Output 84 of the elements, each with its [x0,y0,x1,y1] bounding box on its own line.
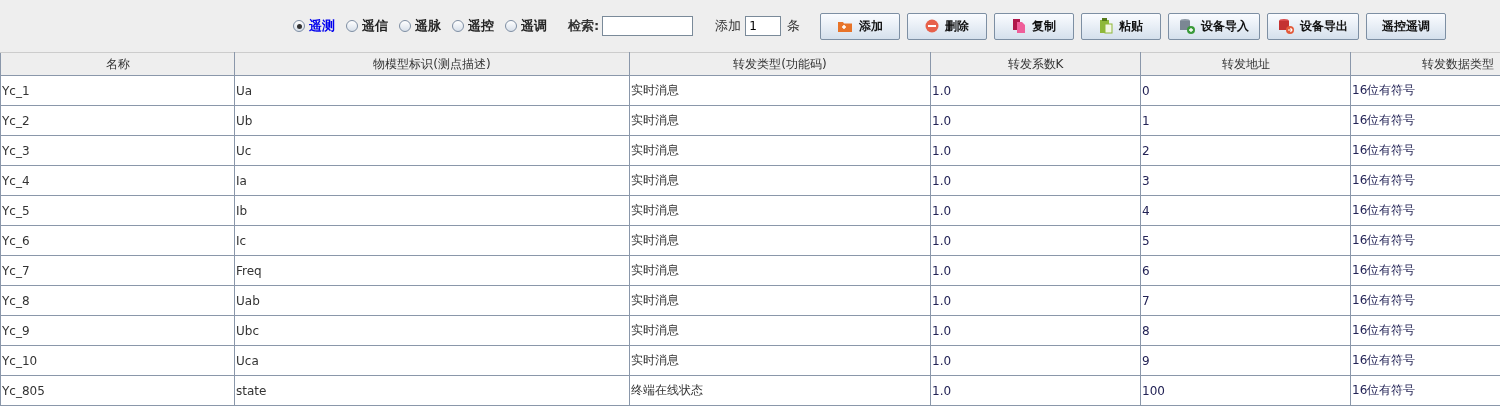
table-cell: 2 [1140,135,1351,166]
minus-circle-icon [925,19,940,33]
table-cell: Yc_6 [0,225,235,256]
toolbar-button[interactable]: 复制 [994,12,1075,40]
add-count-label: 添加 [715,17,742,35]
table-cell: 1.0 [930,225,1141,256]
table-cell: Yc_10 [0,345,235,376]
table-cell: Yc_8 [0,285,235,316]
table-cell: Ia [234,165,630,196]
table-cell: 1.0 [930,345,1141,376]
table-cell: Ib [234,195,630,226]
table-cell: 1.0 [930,165,1141,196]
table-cell: 8 [1140,315,1351,346]
column-header[interactable]: 名称 [0,52,235,76]
table-cell: 6 [1140,255,1351,286]
table-cell: Ic [234,225,630,256]
table-cell: 1 [1140,105,1351,136]
search-label: 检索: [568,17,600,35]
toolbar-button[interactable]: 粘贴 [1081,12,1162,40]
search-field[interactable] [602,16,694,36]
toolbar-button[interactable]: 添加 [820,12,901,40]
table-cell: 3 [1140,165,1351,196]
column-header[interactable]: 转发类型(功能码) [629,52,931,76]
table-cell: Freq [234,255,630,286]
table-cell: 实时消息 [629,315,931,346]
table-cell: 实时消息 [629,105,931,136]
table-cell: Yc_2 [0,105,235,136]
table-cell: 1.0 [930,285,1141,316]
database-arrow-icon [1278,18,1295,34]
column-header[interactable]: 物模型标识(测点描述) [234,52,630,76]
radio-option[interactable]: 遥控 [452,17,494,35]
table-cell: Yc_805 [0,375,235,406]
table-cell: 0 [1140,75,1351,106]
toolbar-button[interactable]: 遥控遥调 [1366,12,1447,40]
toolbar-button[interactable]: 删除 [907,12,988,40]
table-cell: 实时消息 [629,75,931,106]
table-cell: Yc_4 [0,165,235,196]
table-cell: Ua [234,75,630,106]
table-cell: 实时消息 [629,135,931,166]
table-cell: Ubc [234,315,630,346]
database-plus-icon [1179,18,1196,34]
table-cell: 实时消息 [629,345,931,376]
table-cell: 实时消息 [629,285,931,316]
table-cell: Yc_3 [0,135,235,166]
table-cell: 实时消息 [629,225,931,256]
count-field[interactable]: 1 [745,16,782,36]
column-header[interactable]: 转发地址 [1140,52,1351,76]
table-cell: 1.0 [930,135,1141,166]
table-cell: 实时消息 [629,255,931,286]
table-cell: 1.0 [930,195,1141,226]
table-cell: 1.0 [930,75,1141,106]
table-cell: 100 [1140,375,1351,406]
toolbar-button[interactable]: 设备导出 [1267,12,1360,40]
table-cell: 9 [1140,345,1351,376]
unit-label: 条 [787,17,801,35]
table-cell: state [234,375,630,406]
table-cell: Uab [234,285,630,316]
table-cell: Yc_9 [0,315,235,346]
paste-icon [1099,18,1114,34]
table-cell: 实时消息 [629,165,931,196]
toolbar-button[interactable]: 设备导入 [1168,12,1261,40]
radio-option[interactable]: 遥信 [346,17,388,35]
column-header[interactable]: 转发数据类型 [1350,52,1500,76]
table-cell: Yc_5 [0,195,235,226]
table-cell: Uc [234,135,630,166]
table-cell: Yc_7 [0,255,235,286]
table-cell: 实时消息 [629,195,931,226]
radio-option[interactable]: 遥测 [293,17,335,35]
folder-icon [837,19,854,33]
table-cell: Yc_1 [0,75,235,106]
table-cell: 1.0 [930,375,1141,406]
table-cell: 5 [1140,225,1351,256]
radio-option[interactable]: 遥脉 [399,17,441,35]
table-cell: Ub [234,105,630,136]
radio-option[interactable]: 遥调 [505,17,547,35]
copy-icon [1012,18,1027,34]
table-cell: Uca [234,345,630,376]
table-cell: 1.0 [930,255,1141,286]
table-cell: 1.0 [930,315,1141,346]
table-cell: 1.0 [930,105,1141,136]
table-cell: 终端在线状态 [629,375,931,406]
table-cell: 7 [1140,285,1351,316]
table-cell: 4 [1140,195,1351,226]
column-header[interactable]: 转发系数K [930,52,1141,76]
